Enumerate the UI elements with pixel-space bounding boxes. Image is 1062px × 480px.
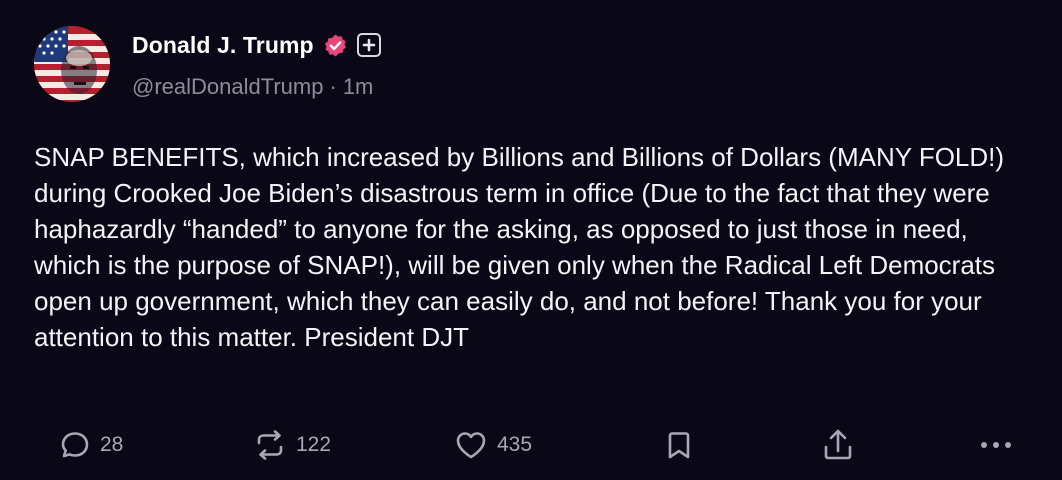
post-card: Donald J. Trump @realDonaldTrump · 1m SN… bbox=[0, 0, 1062, 480]
author-handle[interactable]: @realDonaldTrump bbox=[132, 74, 323, 100]
handle-separator: · bbox=[329, 74, 337, 99]
repost-button[interactable]: 122 bbox=[252, 422, 331, 468]
plus-box-icon[interactable] bbox=[356, 33, 381, 57]
repost-count: 122 bbox=[296, 433, 332, 456]
action-bar: 28 122 435 bbox=[0, 422, 1062, 468]
repost-icon bbox=[252, 428, 288, 462]
like-button[interactable]: 435 bbox=[453, 422, 532, 468]
share-button[interactable] bbox=[820, 422, 856, 468]
name-row: Donald J. Trump bbox=[132, 30, 381, 60]
bookmark-button[interactable] bbox=[664, 422, 694, 468]
reply-button[interactable]: 28 bbox=[58, 422, 123, 468]
post-text: SNAP BENEFITS, which increased by Billio… bbox=[34, 142, 1005, 352]
share-icon bbox=[820, 427, 856, 463]
reply-count: 28 bbox=[100, 433, 124, 456]
handle-row: @realDonaldTrump · 1m bbox=[132, 74, 381, 100]
avatar[interactable] bbox=[34, 26, 110, 102]
author-display-name[interactable]: Donald J. Trump bbox=[132, 32, 314, 59]
post-timestamp[interactable]: 1m bbox=[343, 74, 374, 100]
post-header: Donald J. Trump @realDonaldTrump · 1m bbox=[34, 26, 381, 106]
like-count: 435 bbox=[497, 433, 533, 456]
more-options-button[interactable] bbox=[978, 422, 1014, 468]
heart-icon bbox=[453, 428, 489, 462]
comment-icon bbox=[58, 428, 92, 462]
verified-badge-icon bbox=[323, 33, 348, 58]
author-info: Donald J. Trump @realDonaldTrump · 1m bbox=[132, 26, 381, 106]
bookmark-icon bbox=[664, 428, 694, 462]
flag-portrait-avatar-icon bbox=[34, 26, 110, 102]
more-dots-icon bbox=[978, 435, 1014, 455]
